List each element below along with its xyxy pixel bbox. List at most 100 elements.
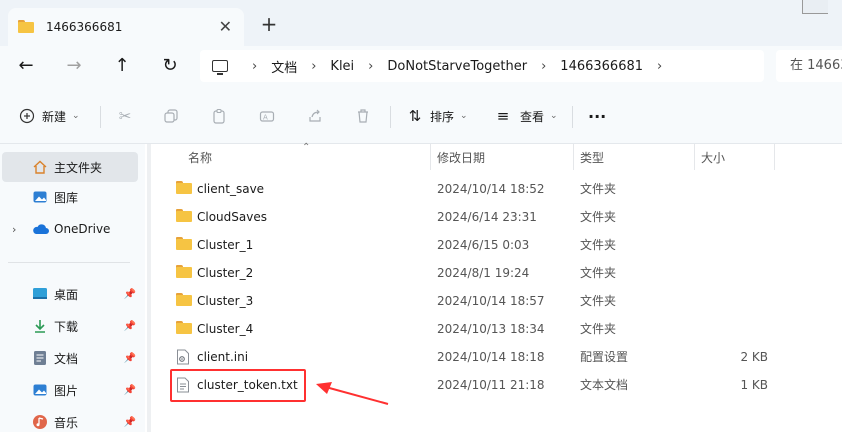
refresh-button[interactable]: ↻ bbox=[158, 54, 182, 78]
table-row[interactable]: Cluster_3 2024/10/14 18:57 文件夹 bbox=[152, 287, 842, 315]
pin-icon[interactable]: 📌 bbox=[124, 321, 136, 332]
sidebar-item-downloads[interactable]: 下载 📌 bbox=[2, 311, 138, 341]
forward-button[interactable]: → bbox=[62, 54, 86, 78]
sidebar-item-label: 桌面 bbox=[54, 287, 79, 302]
pin-icon[interactable]: 📌 bbox=[124, 289, 136, 300]
table-row[interactable]: Cluster_2 2024/8/1 19:24 文件夹 bbox=[152, 259, 842, 287]
file-size bbox=[698, 203, 768, 231]
share-button[interactable] bbox=[306, 104, 324, 128]
chevron-right-icon[interactable]: › bbox=[311, 59, 316, 74]
sidebar-item-label: 图片 bbox=[54, 383, 79, 398]
sidebar-item-documents[interactable]: 文档 📌 bbox=[2, 343, 138, 373]
back-button[interactable]: ← bbox=[14, 54, 38, 78]
sidebar-item-gallery[interactable]: 图库 bbox=[2, 182, 138, 212]
table-row[interactable]: CloudSaves 2024/6/14 23:31 文件夹 bbox=[152, 203, 842, 231]
up-button[interactable]: ↑ bbox=[110, 54, 134, 78]
cloud-icon bbox=[32, 222, 49, 238]
column-header-label: 名称 bbox=[188, 150, 213, 165]
sidebar-divider bbox=[8, 262, 130, 263]
table-row[interactable]: Cluster_4 2024/10/13 18:34 文件夹 bbox=[152, 315, 842, 343]
copy-button[interactable] bbox=[162, 104, 180, 128]
column-separator[interactable] bbox=[694, 144, 695, 170]
file-modified: 2024/6/15 0:03 bbox=[437, 238, 530, 252]
sidebar-item-onedrive[interactable]: › OneDrive bbox=[2, 214, 138, 244]
breadcrumb-current[interactable]: 1466366681 bbox=[560, 59, 643, 74]
pin-icon[interactable]: 📌 bbox=[124, 385, 136, 396]
table-row[interactable]: Cluster_1 2024/6/15 0:03 文件夹 bbox=[152, 231, 842, 259]
sort-label: 排序 bbox=[430, 109, 455, 124]
sidebar-scrollbar[interactable] bbox=[147, 144, 151, 432]
file-type: 文件夹 bbox=[580, 322, 617, 336]
new-button[interactable]: 新建 ⌄ bbox=[18, 104, 80, 128]
folder-icon bbox=[18, 20, 36, 34]
share-icon bbox=[306, 107, 324, 125]
column-separator[interactable] bbox=[774, 144, 775, 170]
title-tab-bar: 1466366681 ✕ + bbox=[0, 0, 842, 46]
column-separator[interactable] bbox=[430, 144, 431, 170]
tab-current-folder[interactable]: 1466366681 ✕ bbox=[8, 8, 244, 46]
paste-button[interactable] bbox=[210, 104, 228, 128]
sidebar-item-home[interactable]: 主文件夹 bbox=[2, 152, 138, 182]
sidebar-item-label: 图库 bbox=[54, 190, 79, 205]
breadcrumb-klei[interactable]: Klei bbox=[330, 59, 354, 74]
download-icon bbox=[32, 318, 48, 334]
arrow-annotation bbox=[316, 382, 389, 405]
more-options-button[interactable]: ··· bbox=[588, 104, 606, 128]
sidebar-item-desktop[interactable]: 桌面 📌 bbox=[2, 279, 138, 309]
cut-button[interactable]: ✂ bbox=[116, 104, 134, 128]
file-modified: 2024/10/14 18:57 bbox=[437, 294, 545, 308]
column-header-type[interactable]: 类型 bbox=[580, 144, 604, 170]
file-size bbox=[698, 259, 768, 287]
copy-icon bbox=[162, 107, 180, 125]
file-type: 文本文档 bbox=[580, 378, 629, 392]
plus-circle-icon bbox=[18, 107, 36, 125]
desktop-icon bbox=[32, 287, 48, 303]
scissors-icon: ✂ bbox=[118, 107, 132, 125]
chevron-down-icon: ⌄ bbox=[72, 111, 80, 121]
rename-button[interactable]: A bbox=[258, 104, 276, 128]
document-icon bbox=[33, 350, 49, 366]
navigation-pane: 主文件夹 图库 › OneDrive 桌面 📌 下载 📌 文档 📌 图片 📌 音… bbox=[0, 144, 145, 432]
toolbar-divider bbox=[572, 106, 573, 128]
table-row[interactable]: client_save 2024/10/14 18:52 文件夹 bbox=[152, 175, 842, 203]
column-header-name[interactable]: 名称 bbox=[188, 144, 212, 170]
pin-icon[interactable]: 📌 bbox=[124, 417, 136, 428]
clipboard-icon bbox=[210, 107, 228, 125]
search-input[interactable]: 在 1466366681 bbox=[776, 50, 842, 82]
view-button[interactable]: ≡ 查看 ⌄ bbox=[494, 104, 558, 128]
delete-button[interactable] bbox=[354, 104, 372, 128]
chevron-right-icon[interactable]: › bbox=[541, 59, 546, 74]
close-tab-icon[interactable]: ✕ bbox=[219, 17, 232, 36]
file-name: Cluster_2 bbox=[197, 266, 254, 280]
table-row[interactable]: client.ini 2024/10/14 18:18 配置设置 2 KB bbox=[152, 343, 842, 371]
column-header-modified[interactable]: 修改日期 bbox=[437, 144, 485, 170]
this-pc-icon[interactable] bbox=[212, 60, 228, 75]
highlight-box bbox=[170, 369, 306, 402]
chevron-right-icon[interactable]: › bbox=[657, 59, 662, 74]
tab-title: 1466366681 bbox=[46, 20, 123, 34]
file-type: 文件夹 bbox=[580, 210, 617, 224]
breadcrumb-documents[interactable]: 文档 bbox=[271, 57, 297, 76]
column-header-label: 大小 bbox=[701, 150, 726, 165]
chevron-right-icon[interactable]: › bbox=[12, 223, 16, 236]
sort-button[interactable]: ⇅ 排序 ⌄ bbox=[406, 104, 468, 128]
breadcrumb-dst[interactable]: DoNotStarveTogether bbox=[387, 59, 527, 74]
pin-icon[interactable]: 📌 bbox=[124, 353, 136, 364]
column-header-label: 类型 bbox=[580, 150, 605, 165]
sidebar-item-label: 主文件夹 bbox=[54, 160, 103, 175]
address-bar[interactable]: › 文档 › Klei › DoNotStarveTogether › 1466… bbox=[200, 50, 764, 82]
sidebar-item-music[interactable]: 音乐 📌 bbox=[2, 407, 138, 432]
file-size bbox=[698, 315, 768, 343]
settings-file-icon bbox=[176, 349, 192, 365]
column-separator[interactable] bbox=[573, 144, 574, 170]
new-tab-button[interactable]: + bbox=[258, 12, 280, 36]
chevron-down-icon: ⌄ bbox=[460, 111, 468, 121]
sidebar-item-label: 音乐 bbox=[54, 415, 79, 430]
chevron-right-icon[interactable]: › bbox=[252, 59, 257, 74]
file-size: 1 KB bbox=[740, 378, 768, 392]
sidebar-item-pictures[interactable]: 图片 📌 bbox=[2, 375, 138, 405]
file-size bbox=[698, 175, 768, 203]
sidebar-item-label: 文档 bbox=[54, 351, 79, 366]
chevron-right-icon[interactable]: › bbox=[368, 59, 373, 74]
column-header-size[interactable]: 大小 bbox=[701, 144, 725, 170]
